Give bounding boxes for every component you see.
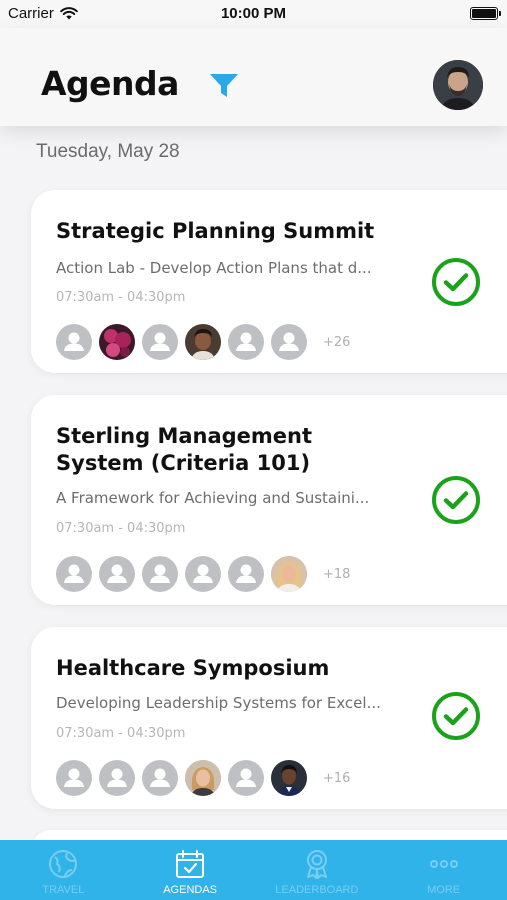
- attendee-photo-avatar: [99, 324, 135, 360]
- flower-photo: [99, 324, 135, 360]
- attendee-placeholder-avatar: [142, 556, 178, 592]
- more-attendees-count: +18: [323, 566, 351, 582]
- session-description: Developing Leadership Systems for Excel.…: [56, 694, 381, 712]
- tab-label: TRAVEL: [42, 884, 85, 896]
- tab-more[interactable]: MORE: [380, 840, 507, 900]
- tab-agendas[interactable]: AGENDAS: [127, 840, 254, 900]
- session-description: Action Lab - Develop Action Plans that d…: [56, 259, 372, 277]
- tab-label: MORE: [427, 884, 461, 896]
- battery-icon: [470, 7, 501, 20]
- session-card[interactable]: Healthcare Symposium Developing Leadersh…: [31, 627, 507, 809]
- user-silhouette-icon: [236, 564, 256, 583]
- attendee-placeholder-avatar: [56, 324, 92, 360]
- person-photo: [185, 760, 221, 796]
- user-avatar-image: [433, 60, 483, 110]
- user-silhouette-icon: [150, 768, 170, 787]
- check-circle-icon[interactable]: [431, 257, 481, 307]
- profile-avatar-button[interactable]: [433, 60, 483, 110]
- user-silhouette-icon: [150, 564, 170, 583]
- session-time: 07:30am - 04:30pm: [56, 726, 186, 741]
- attendee-placeholder-avatar: [142, 760, 178, 796]
- attendee-list[interactable]: +26: [56, 324, 350, 360]
- tab-leaderboard[interactable]: LEADERBOARD: [254, 840, 381, 900]
- user-silhouette-icon: [64, 564, 84, 583]
- user-silhouette-icon: [64, 332, 84, 351]
- attendee-placeholder-avatar: [228, 760, 264, 796]
- more-dots-icon: [429, 860, 458, 868]
- tab-travel[interactable]: TRAVEL: [0, 840, 127, 900]
- attendee-list[interactable]: +18: [56, 556, 350, 592]
- attendee-placeholder-avatar: [99, 556, 135, 592]
- attendee-photo-avatar: [271, 760, 307, 796]
- attendee-placeholder-avatar: [56, 556, 92, 592]
- navigation-header: Agenda: [0, 28, 507, 126]
- check-circle-icon[interactable]: [431, 691, 481, 741]
- user-silhouette-icon: [236, 768, 256, 787]
- user-silhouette-icon: [107, 564, 127, 583]
- more-attendees-count: +26: [323, 334, 351, 350]
- filter-icon[interactable]: [207, 68, 241, 102]
- user-silhouette-icon: [107, 768, 127, 787]
- session-time: 07:30am - 04:30pm: [56, 290, 186, 305]
- tab-bar: TRAVEL AGENDAS LEADERBOARD MORE: [0, 840, 507, 900]
- session-card[interactable]: Sterling Management System (Criteria 101…: [31, 395, 507, 605]
- session-title: Sterling Management System (Criteria 101…: [56, 424, 313, 475]
- attendee-placeholder-avatar: [56, 760, 92, 796]
- user-silhouette-icon: [193, 564, 213, 583]
- person-photo: [185, 324, 221, 360]
- session-title: Strategic Planning Summit: [56, 219, 375, 243]
- session-description: A Framework for Achieving and Sustaini..…: [56, 489, 370, 507]
- tab-label: AGENDAS: [163, 884, 218, 896]
- person-photo: [271, 760, 307, 796]
- check-circle-icon[interactable]: [431, 475, 481, 525]
- status-bar: Carrier 10:00 PM: [0, 0, 507, 28]
- attendee-placeholder-avatar: [142, 324, 178, 360]
- calendar-check-icon: [176, 850, 205, 878]
- attendee-photo-avatar: [271, 556, 307, 592]
- attendee-list[interactable]: +16: [56, 760, 350, 796]
- more-attendees-count: +16: [323, 770, 351, 786]
- tab-label: LEADERBOARD: [275, 884, 359, 896]
- globe-icon: [49, 850, 78, 878]
- person-photo: [271, 556, 307, 592]
- attendee-placeholder-avatar: [99, 760, 135, 796]
- user-silhouette-icon: [279, 332, 299, 351]
- date-header: Tuesday, May 28: [36, 141, 180, 162]
- attendee-placeholder-avatar: [228, 556, 264, 592]
- attendee-photo-avatar: [185, 760, 221, 796]
- award-icon: [306, 850, 327, 879]
- session-card[interactable]: Strategic Planning Summit Action Lab - D…: [31, 190, 507, 373]
- user-silhouette-icon: [64, 768, 84, 787]
- attendee-photo-avatar: [185, 324, 221, 360]
- session-title: Healthcare Symposium: [56, 656, 330, 680]
- user-silhouette-icon: [236, 332, 256, 351]
- attendee-placeholder-avatar: [271, 324, 307, 360]
- page-title: Agenda: [41, 64, 179, 103]
- session-time: 07:30am - 04:30pm: [56, 521, 186, 536]
- attendee-placeholder-avatar: [185, 556, 221, 592]
- status-time: 10:00 PM: [220, 5, 287, 22]
- user-silhouette-icon: [150, 332, 170, 351]
- attendee-placeholder-avatar: [228, 324, 264, 360]
